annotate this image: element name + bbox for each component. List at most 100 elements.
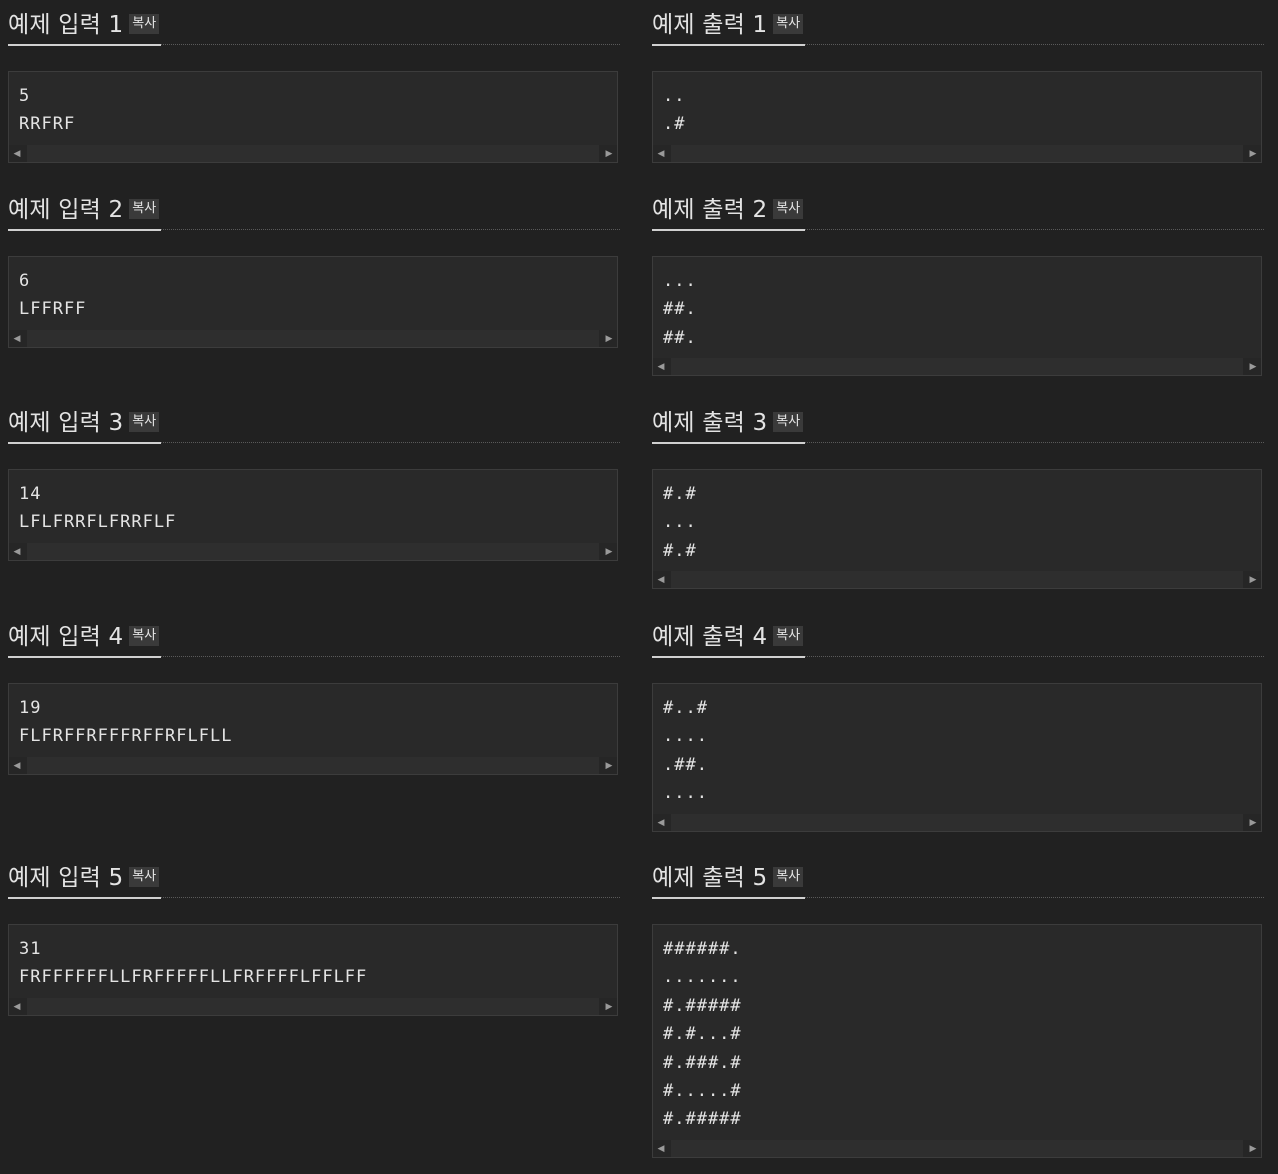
output-sample-3: 예제 출력 3 복사 #.# ... #.# ◀ ▶ [652,398,1264,589]
horizontal-scrollbar[interactable]: ◀ ▶ [9,757,617,774]
output-header: 예제 출력 1 복사 [652,0,1264,46]
input-code-box[interactable]: 14 LFLFRRFLFRRFLF ◀ ▶ [8,469,618,561]
output-code-text: #..# .... .##. .... [663,698,708,804]
scroll-left-icon[interactable]: ◀ [9,145,25,162]
input-code-text: 31 FRFFFFFFLLFRFFFFFLLFRFFFFLFFLFF [19,939,368,988]
output-header-label: 예제 출력 2 복사 [652,185,806,231]
input-code-text: 5 RRFRF [19,86,76,135]
output-header-label: 예제 출력 1 복사 [652,0,806,46]
output-title: 예제 출력 4 [652,624,768,650]
output-code-text: ... ##. ##. [663,271,697,348]
copy-button[interactable]: 복사 [773,625,804,646]
input-header: 예제 입력 1 복사 [8,0,620,46]
scrollbar-track[interactable] [671,571,1243,588]
input-sample-3: 예제 입력 3 복사 14 LFLFRRFLFRRFLF ◀ ▶ [8,398,620,561]
copy-button[interactable]: 복사 [773,411,804,432]
scroll-left-icon[interactable]: ◀ [9,330,25,347]
output-code-box[interactable]: ... ##. ##. ◀ ▶ [652,256,1262,376]
input-code-text: 14 LFLFRRFLFRRFLF [19,484,177,533]
input-title: 예제 입력 5 [8,865,124,891]
scroll-left-icon[interactable]: ◀ [653,1140,669,1157]
input-sample-1: 예제 입력 1 복사 5 RRFRF ◀ ▶ [8,0,620,163]
copy-button[interactable]: 복사 [129,13,160,34]
scroll-right-icon[interactable]: ▶ [1245,358,1261,375]
scrollbar-track[interactable] [671,1140,1243,1157]
scroll-right-icon[interactable]: ▶ [1245,814,1261,831]
scroll-right-icon[interactable]: ▶ [1245,571,1261,588]
horizontal-scrollbar[interactable]: ◀ ▶ [653,358,1261,375]
copy-button[interactable]: 복사 [129,198,160,219]
output-title: 예제 출력 3 [652,410,768,436]
output-header-label: 예제 출력 3 복사 [652,398,806,444]
copy-button[interactable]: 복사 [773,198,804,219]
output-header: 예제 출력 3 복사 [652,398,1264,444]
input-title: 예제 입력 1 [8,12,124,38]
horizontal-scrollbar[interactable]: ◀ ▶ [9,330,617,347]
input-header: 예제 입력 3 복사 [8,398,620,444]
input-sample-2: 예제 입력 2 복사 6 LFFRFF ◀ ▶ [8,185,620,348]
input-code-box[interactable]: 5 RRFRF ◀ ▶ [8,71,618,163]
scroll-right-icon[interactable]: ▶ [1245,1140,1261,1157]
input-header-label: 예제 입력 1 복사 [8,0,162,46]
scroll-left-icon[interactable]: ◀ [9,757,25,774]
scroll-left-icon[interactable]: ◀ [9,543,25,560]
scrollbar-track[interactable] [27,145,599,162]
scroll-left-icon[interactable]: ◀ [653,571,669,588]
input-title: 예제 입력 2 [8,197,124,223]
output-code-box[interactable]: .. .# ◀ ▶ [652,71,1262,163]
horizontal-scrollbar[interactable]: ◀ ▶ [653,814,1261,831]
horizontal-scrollbar[interactable]: ◀ ▶ [653,571,1261,588]
scrollbar-track[interactable] [671,358,1243,375]
input-header: 예제 입력 2 복사 [8,185,620,231]
input-header-label: 예제 입력 5 복사 [8,853,162,899]
copy-button[interactable]: 복사 [129,866,160,887]
copy-button[interactable]: 복사 [773,13,804,34]
scroll-left-icon[interactable]: ◀ [9,998,25,1015]
output-code-text: .. .# [663,86,686,135]
output-code-text: #.# ... #.# [663,484,697,561]
output-header-label: 예제 출력 4 복사 [652,612,806,658]
input-code-box[interactable]: 6 LFFRFF ◀ ▶ [8,256,618,348]
input-title: 예제 입력 4 [8,624,124,650]
scroll-right-icon[interactable]: ▶ [601,757,617,774]
output-title: 예제 출력 1 [652,12,768,38]
scroll-left-icon[interactable]: ◀ [653,145,669,162]
horizontal-scrollbar[interactable]: ◀ ▶ [9,145,617,162]
copy-button[interactable]: 복사 [129,625,160,646]
output-header: 예제 출력 2 복사 [652,185,1264,231]
horizontal-scrollbar[interactable]: ◀ ▶ [9,543,617,560]
scroll-right-icon[interactable]: ▶ [601,330,617,347]
horizontal-scrollbar[interactable]: ◀ ▶ [653,1140,1261,1157]
scrollbar-track[interactable] [27,543,599,560]
output-sample-5: 예제 출력 5 복사 ######. ....... #.##### #.#...#… [652,853,1264,1158]
scroll-right-icon[interactable]: ▶ [1245,145,1261,162]
input-header-label: 예제 입력 3 복사 [8,398,162,444]
scroll-right-icon[interactable]: ▶ [601,145,617,162]
output-header: 예제 출력 4 복사 [652,612,1264,658]
scrollbar-track[interactable] [671,145,1243,162]
copy-button[interactable]: 복사 [129,411,160,432]
scrollbar-track[interactable] [27,330,599,347]
output-code-box[interactable]: #.# ... #.# ◀ ▶ [652,469,1262,589]
output-code-box[interactable]: ######. ....... #.##### #.#...# #.###.# … [652,924,1262,1158]
output-header-label: 예제 출력 5 복사 [652,853,806,899]
horizontal-scrollbar[interactable]: ◀ ▶ [9,998,617,1015]
input-code-box[interactable]: 31 FRFFFFFFLLFRFFFFFLLFRFFFFLFFLFF ◀ ▶ [8,924,618,1016]
input-code-box[interactable]: 19 FLFRFFRFFFRFFRFLFLL ◀ ▶ [8,683,618,775]
input-header-label: 예제 입력 4 복사 [8,612,162,658]
scrollbar-track[interactable] [671,814,1243,831]
output-code-box[interactable]: #..# .... .##. .... ◀ ▶ [652,683,1262,832]
scrollbar-track[interactable] [27,998,599,1015]
output-sample-1: 예제 출력 1 복사.. .# ◀ ▶ [652,0,1264,163]
scrollbar-track[interactable] [27,757,599,774]
scroll-right-icon[interactable]: ▶ [601,543,617,560]
scroll-right-icon[interactable]: ▶ [601,998,617,1015]
horizontal-scrollbar[interactable]: ◀ ▶ [653,145,1261,162]
output-code-text: ######. ....... #.##### #.#...# #.###.# … [663,939,742,1130]
scroll-left-icon[interactable]: ◀ [653,358,669,375]
copy-button[interactable]: 복사 [773,866,804,887]
output-title: 예제 출력 2 [652,197,768,223]
output-sample-4: 예제 출력 4 복사 #..# .... .##. .... ◀ ▶ [652,612,1264,832]
scroll-left-icon[interactable]: ◀ [653,814,669,831]
input-sample-5: 예제 입력 5 복사 31 FRFFFFFFLLFRFFFFFLLFRFFFFLFF… [8,853,620,1016]
